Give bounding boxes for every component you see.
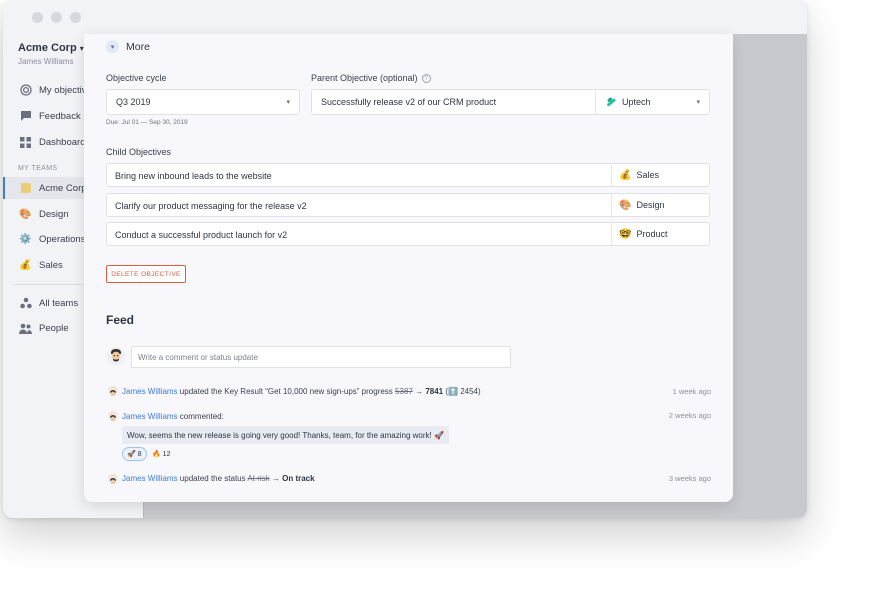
due-date-text: Due: Jul 01 — Sep 30, 2019 <box>106 119 188 126</box>
more-toggle[interactable]: ▾ More <box>106 40 150 53</box>
feed-entry-progress: James Williams updated the Key Result “G… <box>122 387 481 396</box>
child-objective-team-name: Product <box>636 229 668 239</box>
people-icon <box>19 322 32 335</box>
sidebar-item-label: People <box>39 322 69 334</box>
objective-cycle-select[interactable]: Q3 2019 ▾ <box>106 89 300 115</box>
org-user-name: James Williams <box>18 57 74 66</box>
child-objective-title: Conduct a successful product launch for … <box>115 230 288 240</box>
child-objective-row[interactable]: Bring new inbound leads to the website 💰… <box>106 163 710 187</box>
app-window: Acme Corp ▾ James Williams My objectives … <box>3 0 807 518</box>
avatar <box>108 411 118 421</box>
feed-title: Feed <box>106 313 135 327</box>
uptech-logo-icon <box>605 96 617 108</box>
child-objective-team-name: Sales <box>636 170 659 180</box>
child-objective-row[interactable]: Conduct a successful product launch for … <box>106 222 710 246</box>
feed-user-link[interactable]: James Williams <box>122 474 178 483</box>
rocket-icon: 🚀 <box>127 451 136 458</box>
parent-team-name: Uptech <box>622 97 651 107</box>
reaction-rocket[interactable]: 🚀 8 <box>122 447 147 461</box>
child-objective-team[interactable]: 💰 Sales <box>611 164 709 186</box>
chat-icon <box>19 110 32 123</box>
avatar <box>108 474 118 484</box>
grid-icon <box>19 136 32 149</box>
sidebar-item-label: Acme Corp <box>39 182 87 194</box>
more-label: More <box>126 40 150 53</box>
feed-timestamp: 3 weeks ago <box>668 474 711 483</box>
chevron-down-icon: ▾ <box>106 40 119 53</box>
avatar <box>108 386 118 396</box>
delete-objective-button[interactable]: DELETE OBJECTIVE <box>106 265 186 283</box>
palette-icon: 🎨 <box>19 208 32 220</box>
child-objectives-label: Child Objectives <box>106 147 172 157</box>
sidebar-item-label: All teams <box>39 297 79 309</box>
sidebar-item-label: Sales <box>39 259 63 271</box>
gear-icon: ⚙️ <box>19 233 32 245</box>
reaction-fire[interactable]: 🔥 12 <box>147 447 175 461</box>
comment-input[interactable] <box>131 346 511 368</box>
help-icon[interactable]: ? <box>421 74 431 84</box>
org-switcher[interactable]: Acme Corp ▾ <box>18 42 84 54</box>
parent-objective-value: Successfully release v2 of our CRM produ… <box>321 97 497 107</box>
chevron-down-icon: ▾ <box>696 99 700 106</box>
feed-user-link[interactable]: James Williams <box>122 412 178 421</box>
objective-cycle-value: Q3 2019 <box>116 97 151 107</box>
parent-team-selector[interactable]: Uptech ▾ <box>595 90 709 114</box>
window-titlebar <box>3 0 807 34</box>
child-objective-title: Clarify our product messaging for the re… <box>115 201 307 211</box>
fire-icon: 🔥 <box>152 451 161 458</box>
moneybag-icon: 💰 <box>619 169 632 181</box>
child-objective-row[interactable]: Clarify our product messaging for the re… <box>106 193 710 217</box>
sidebar-item-label: Dashboard <box>39 136 86 148</box>
my-teams-heading: MY TEAMS <box>18 165 58 172</box>
window-close-dot[interactable] <box>32 12 43 23</box>
child-objective-title: Bring new inbound leads to the website <box>115 171 272 181</box>
child-objective-team[interactable]: 🤓 Product <box>611 223 709 245</box>
sidebar-item-label: Design <box>39 208 69 220</box>
avatar <box>107 347 125 365</box>
window-zoom-dot[interactable] <box>70 12 81 23</box>
objective-cycle-label: Objective cycle <box>106 73 167 83</box>
square-icon <box>19 182 32 195</box>
window-minimize-dot[interactable] <box>51 12 62 23</box>
teams-icon <box>19 297 32 310</box>
child-objective-team-name: Design <box>636 200 665 210</box>
child-objective-team[interactable]: 🎨 Design <box>611 194 709 216</box>
palette-icon: 🎨 <box>619 199 632 211</box>
feed-timestamp: 2 weeks ago <box>668 411 711 420</box>
parent-objective-label: Parent Objective (optional)? <box>311 73 431 84</box>
sidebar-item-label: Operations <box>39 233 86 245</box>
feed-timestamp: 1 week ago <box>672 387 711 396</box>
moneybag-icon: 💰 <box>19 259 32 271</box>
sidebar-item-label: Feedback <box>39 110 81 122</box>
feed-user-link[interactable]: James Williams <box>122 387 178 396</box>
chevron-down-icon: ▾ <box>286 99 290 106</box>
target-icon <box>19 84 32 97</box>
comment-bubble: Wow, seems the new release is going very… <box>122 426 449 444</box>
nerd-face-icon: 🤓 <box>619 228 632 240</box>
parent-objective-select[interactable]: Successfully release v2 of our CRM produ… <box>311 89 710 115</box>
feed-entry-status: James Williams updated the status At ris… <box>122 474 315 483</box>
org-name: Acme Corp <box>18 42 77 54</box>
objective-modal: ▾ More Objective cycle Q3 2019 ▾ Due: Ju… <box>84 34 733 502</box>
feed-entry-comment: James Williams commented: <box>122 412 224 421</box>
